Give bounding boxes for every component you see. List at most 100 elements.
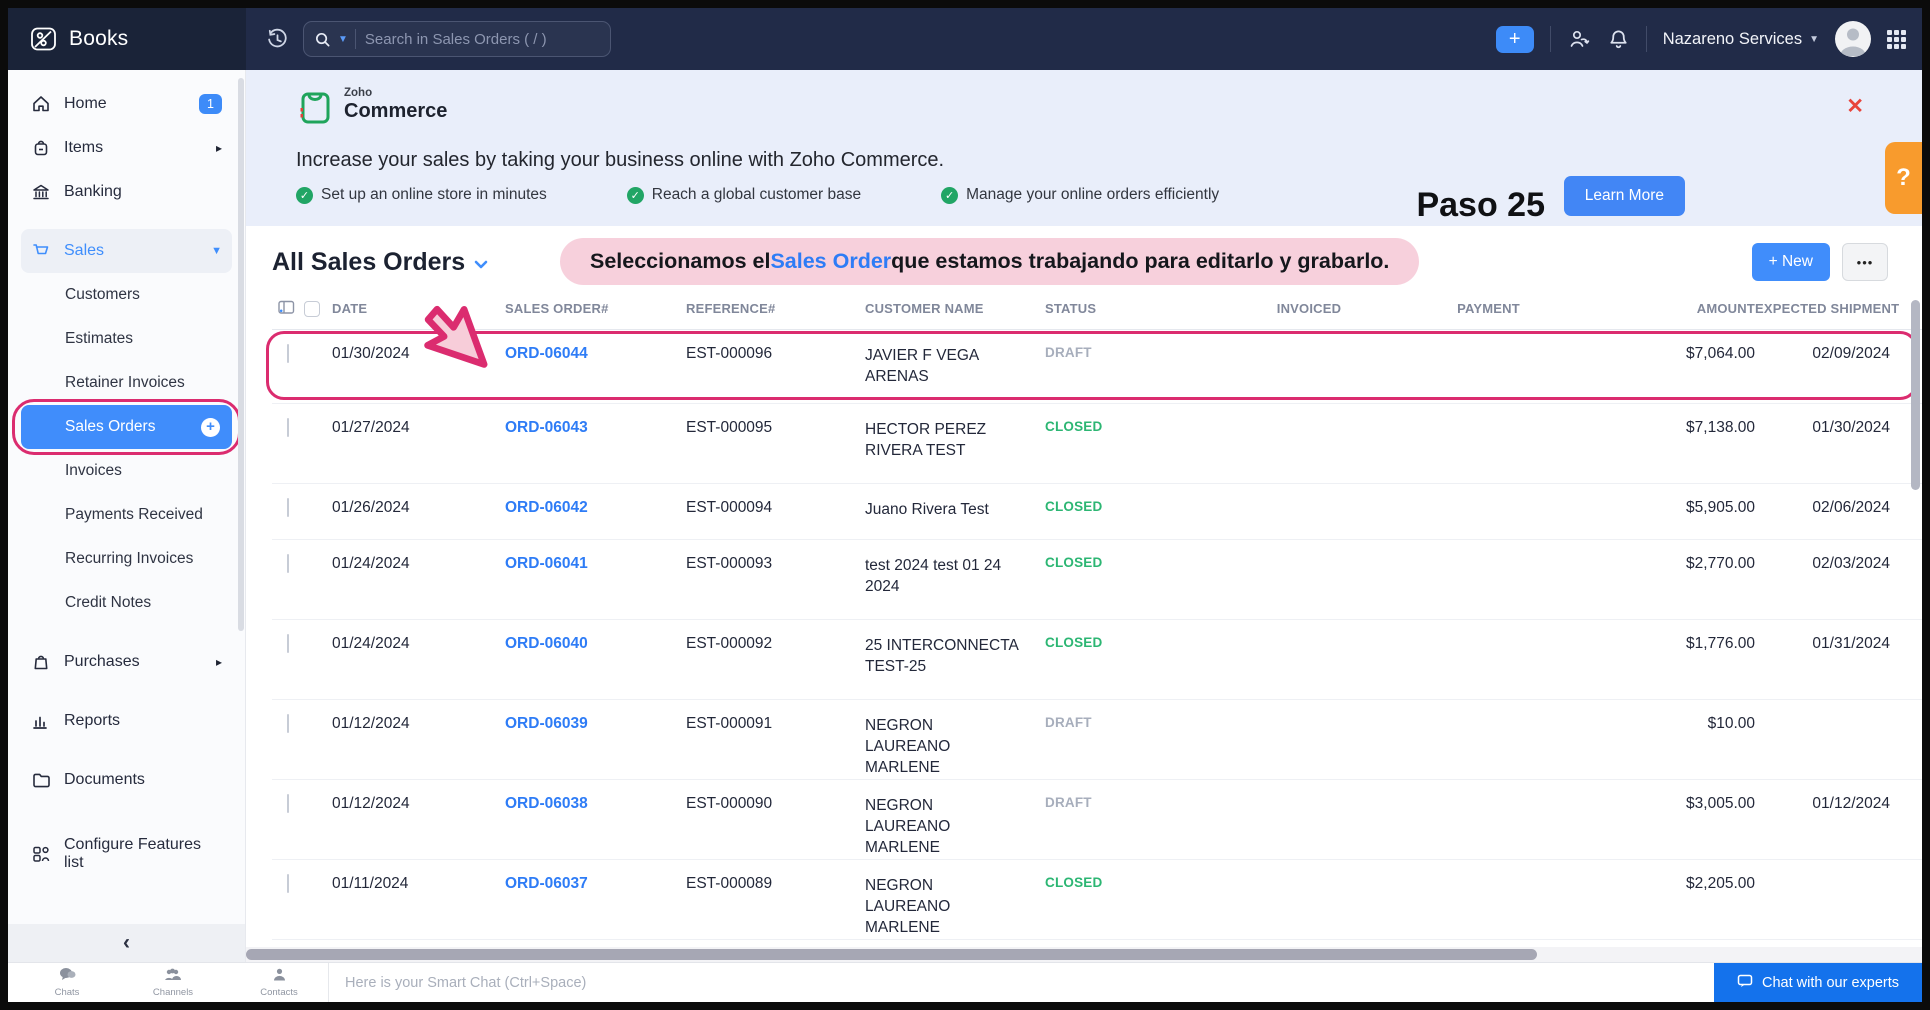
sidebar-item-retainer-invoices[interactable]: Retainer Invoices <box>21 361 232 405</box>
cell-shipment: 02/06/2024 <box>1755 499 1890 539</box>
col-header-expected-shipment[interactable]: EXPECTED SHIPMENT <box>1755 301 1890 316</box>
horizontal-scrollbar-thumb[interactable] <box>246 949 1537 960</box>
sidebar-item-banking[interactable]: Banking <box>21 170 232 214</box>
row-checkbox[interactable] <box>287 344 289 363</box>
sidebar-item-documents[interactable]: Documents <box>21 758 232 802</box>
row-checkbox[interactable] <box>287 714 289 733</box>
new-sales-order-button[interactable]: + New <box>1752 243 1830 281</box>
avatar[interactable] <box>1835 21 1871 57</box>
table-row[interactable]: 01/27/2024 ORD-06043 EST-000095 HECTOR P… <box>272 404 1922 484</box>
smart-chat-input[interactable] <box>329 974 1714 992</box>
sales-order-link[interactable]: ORD-06040 <box>505 635 588 652</box>
col-header-reference[interactable]: REFERENCE# <box>686 301 865 316</box>
col-header-status[interactable]: STATUS <box>1045 301 1219 316</box>
apps-grid-icon[interactable] <box>1887 30 1906 49</box>
people-group-icon <box>164 968 182 986</box>
banner-close-icon[interactable]: ✕ <box>1846 94 1864 119</box>
search-scope-caret-icon[interactable]: ▼ <box>338 34 348 45</box>
row-checkbox[interactable] <box>287 418 289 437</box>
sidebar-item-payments-received[interactable]: Payments Received <box>21 493 232 537</box>
annotation-callout: Seleccionamos el Sales Order que estamos… <box>560 238 1419 285</box>
bullet-text: Manage your online orders efficiently <box>966 186 1219 204</box>
cell-reference: EST-000089 <box>686 875 865 939</box>
row-checkbox[interactable] <box>287 794 289 813</box>
col-header-amount[interactable]: AMOUNT <box>1578 301 1755 316</box>
help-tab-button[interactable]: ? <box>1885 142 1922 214</box>
column-settings-icon[interactable] <box>278 300 295 318</box>
chat-tab-contacts[interactable]: Contacts <box>244 968 314 998</box>
select-all-checkbox[interactable] <box>304 301 320 317</box>
chat-bubble-icon <box>59 967 76 986</box>
row-checkbox[interactable] <box>287 874 289 893</box>
quick-create-button[interactable]: + <box>1496 26 1534 53</box>
sidebar-item-recurring-invoices[interactable]: Recurring Invoices <box>21 537 232 581</box>
sidebar-item-estimates[interactable]: Estimates <box>21 317 232 361</box>
sidebar-item-configure-features[interactable]: Configure Features list <box>21 832 232 876</box>
search-input[interactable] <box>363 30 600 49</box>
add-sales-order-icon[interactable]: + <box>201 418 220 437</box>
experts-label: Chat with our experts <box>1762 975 1899 991</box>
purchases-bag-icon <box>31 652 51 672</box>
col-header-customer[interactable]: CUSTOMER NAME <box>865 301 1045 316</box>
row-checkbox[interactable] <box>287 554 289 573</box>
table-row[interactable]: 01/12/2024 ORD-06039 EST-000091 NEGRON L… <box>272 700 1922 780</box>
status-text: DRAFT <box>1045 345 1219 403</box>
row-checkbox[interactable] <box>287 634 289 653</box>
col-header-sales-order[interactable]: SALES ORDER# <box>505 301 686 316</box>
chat-tab-chats[interactable]: Chats <box>32 967 102 998</box>
sidebar-item-credit-notes[interactable]: Credit Notes <box>21 581 232 625</box>
sales-order-link[interactable]: ORD-06042 <box>505 499 588 516</box>
chat-icon <box>1737 974 1753 992</box>
table-row[interactable]: 01/12/2024 ORD-06038 EST-000090 NEGRON L… <box>272 780 1922 860</box>
sales-orders-content: All Sales Orders + New ••• Selec <box>246 226 1922 947</box>
cell-reference: EST-000094 <box>686 499 865 539</box>
col-header-invoiced[interactable]: INVOICED <box>1219 301 1399 316</box>
sales-order-link[interactable]: ORD-06038 <box>505 795 588 812</box>
org-switcher[interactable]: Nazareno Services ▼ <box>1663 30 1819 49</box>
sidebar-item-sales-orders[interactable]: Sales Orders + <box>21 405 232 449</box>
sidebar-item-sales[interactable]: Sales ▼ <box>21 229 232 273</box>
sidebar-item-reports[interactable]: Reports <box>21 699 232 743</box>
chat-with-experts-button[interactable]: Chat with our experts <box>1714 963 1922 1002</box>
table-row[interactable]: 01/30/2024 ORD-06044 EST-000096 JAVIER F… <box>272 330 1922 404</box>
sidebar-item-label: Banking <box>64 183 122 201</box>
sidebar-collapse-button[interactable]: ‹ <box>8 924 245 962</box>
cell-shipment <box>1755 875 1890 939</box>
horizontal-scrollbar[interactable] <box>246 947 1922 962</box>
table-row[interactable]: 01/11/2024 ORD-06037 EST-000089 NEGRON L… <box>272 860 1922 940</box>
history-icon[interactable] <box>266 28 289 51</box>
table-row[interactable]: 01/26/2024 ORD-06042 EST-000094 Juano Ri… <box>272 484 1922 540</box>
cell-amount: $2,205.00 <box>1578 875 1755 939</box>
table-row[interactable]: 01/24/2024 ORD-06041 EST-000093 test 202… <box>272 540 1922 620</box>
cell-customer: test 2024 test 01 24 2024 <box>865 555 1045 619</box>
documents-folder-icon <box>31 770 51 790</box>
sales-order-link[interactable]: ORD-06037 <box>505 875 588 892</box>
status-text: CLOSED <box>1045 499 1219 539</box>
sidebar-item-label: Credit Notes <box>65 594 151 612</box>
banner-bullet: ✓ Set up an online store in minutes <box>296 186 547 204</box>
global-search[interactable]: ▼ <box>303 21 611 57</box>
col-header-payment[interactable]: PAYMENT <box>1399 301 1578 316</box>
notifications-bell-icon[interactable] <box>1607 28 1630 51</box>
sales-order-link[interactable]: ORD-06039 <box>505 715 588 732</box>
sidebar-item-home[interactable]: Home 1 <box>21 82 232 126</box>
sales-order-link[interactable]: ORD-06044 <box>505 345 588 362</box>
sales-order-link[interactable]: ORD-06043 <box>505 419 588 436</box>
sidebar-item-purchases[interactable]: Purchases ▸ <box>21 640 232 684</box>
sidebar-item-invoices[interactable]: Invoices <box>21 449 232 493</box>
vertical-scrollbar[interactable] <box>1911 300 1920 490</box>
chat-tab-channels[interactable]: Channels <box>138 968 208 998</box>
table-row[interactable]: 01/24/2024 ORD-06040 EST-000092 25 INTER… <box>272 620 1922 700</box>
sidebar-item-items[interactable]: Items ▸ <box>21 126 232 170</box>
sidebar-scrollbar[interactable] <box>238 78 244 631</box>
brand-logo[interactable]: Books <box>8 8 246 70</box>
sidebar-item-customers[interactable]: Customers <box>21 273 232 317</box>
row-checkbox[interactable] <box>287 498 289 517</box>
view-title[interactable]: All Sales Orders <box>272 248 488 277</box>
more-actions-button[interactable]: ••• <box>1842 243 1888 281</box>
refer-user-icon[interactable] <box>1567 27 1591 51</box>
learn-more-button[interactable]: Learn More <box>1564 176 1685 216</box>
configure-icon <box>31 844 51 864</box>
sales-order-link[interactable]: ORD-06041 <box>505 555 588 572</box>
status-text: CLOSED <box>1045 555 1219 619</box>
